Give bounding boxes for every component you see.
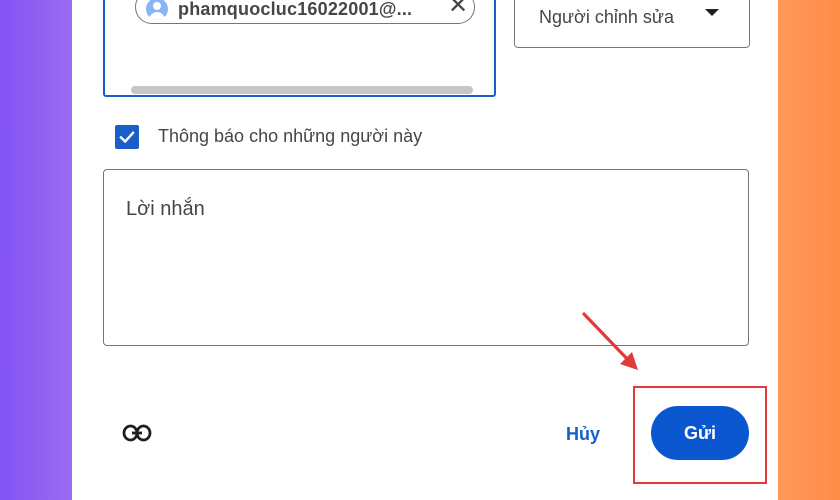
notify-label: Thông báo cho những người này (158, 126, 423, 146)
checkmark-icon (119, 131, 135, 144)
recipient-email: phamquocluc16022001@... (178, 0, 413, 19)
background-left (0, 0, 72, 500)
cancel-button[interactable]: Hủy (566, 424, 600, 445)
role-value: Người chỉnh sửa (539, 7, 674, 27)
notify-checkbox[interactable] (115, 125, 139, 149)
share-dialog: phamquocluc16022001@... ✕ Người chỉnh sử… (72, 0, 778, 500)
horizontal-scrollbar[interactable] (131, 86, 473, 94)
background-right (778, 0, 840, 500)
remove-recipient-close-icon[interactable]: ✕ (448, 0, 468, 18)
role-dropdown[interactable]: Người chỉnh sửa (514, 0, 750, 48)
recipient-chip[interactable]: phamquocluc16022001@... ✕ (135, 0, 475, 24)
message-placeholder: Lời nhắn (126, 198, 205, 220)
link-icon[interactable] (122, 420, 152, 446)
annotation-arrow-icon (582, 312, 638, 370)
caret-down-icon (705, 9, 719, 16)
message-textarea[interactable]: Lời nhắn (103, 169, 749, 346)
recipients-field[interactable]: phamquocluc16022001@... ✕ (103, 0, 496, 97)
person-avatar-icon (146, 0, 168, 20)
highlight-box (633, 386, 767, 484)
